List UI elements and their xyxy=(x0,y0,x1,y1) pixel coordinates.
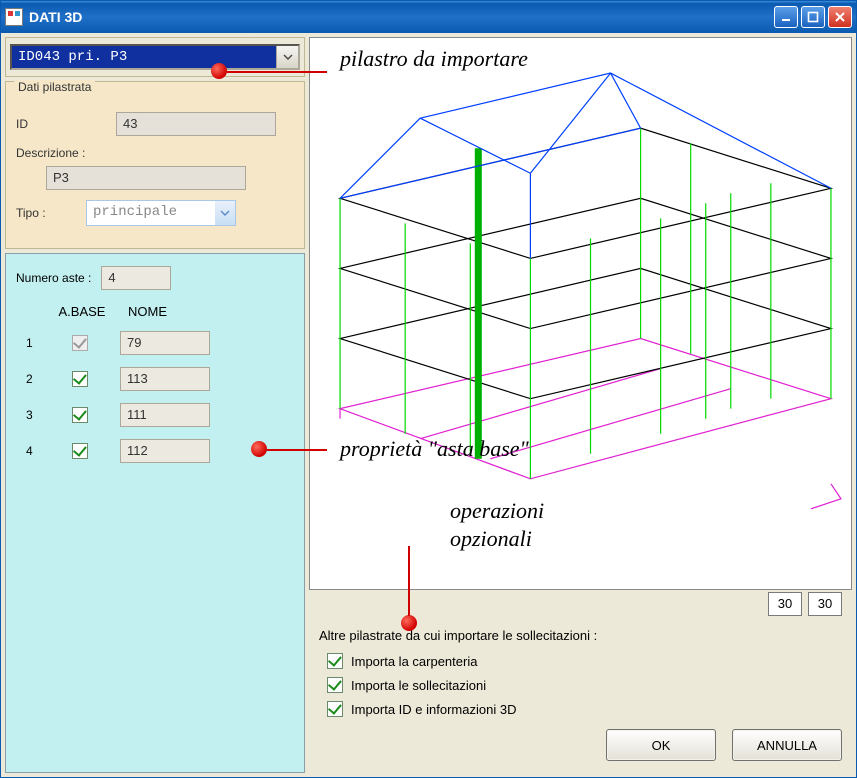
abase-checkbox-1[interactable] xyxy=(72,335,88,351)
dati-pilastrata-legend: Dati pilastrata xyxy=(14,80,95,94)
nome-field-1[interactable]: 79 xyxy=(120,331,210,355)
check-id3d[interactable] xyxy=(327,701,343,717)
minimize-button[interactable] xyxy=(774,6,798,28)
chevron-down-icon[interactable] xyxy=(215,201,235,225)
aste-row-num: 2 xyxy=(26,372,40,386)
dati-pilastrata-group: Dati pilastrata ID 43 Descrizione : P3 T… xyxy=(5,81,305,249)
aste-row-num: 4 xyxy=(26,444,40,458)
abase-checkbox-4[interactable] xyxy=(72,443,88,459)
pilastro-combo[interactable]: ID043 pri. P3 xyxy=(10,44,300,70)
numero-aste-label: Numero aste : xyxy=(16,271,91,285)
cancel-button[interactable]: ANNULLA xyxy=(732,729,842,761)
coord-b[interactable]: 30 xyxy=(808,592,842,616)
callout-dot-ops xyxy=(401,615,417,631)
check-sollecitazioni[interactable] xyxy=(327,677,343,693)
tipo-select[interactable]: principale xyxy=(86,200,236,226)
tipo-select-text: principale xyxy=(87,201,215,225)
check-sollecitazioni-label: Importa le sollecitazioni xyxy=(351,678,486,693)
col-nome: NOME xyxy=(122,304,212,319)
check-carpenteria[interactable] xyxy=(327,653,343,669)
aste-group: Numero aste : 4 A.BASE NOME 1 79 2 113 xyxy=(5,253,305,773)
nome-field-4[interactable]: 112 xyxy=(120,439,210,463)
nome-field-3[interactable]: 111 xyxy=(120,403,210,427)
callout-line xyxy=(267,449,327,451)
imports-label: Altre pilastrate da cui importare le sol… xyxy=(319,628,842,643)
callout-dot-combo xyxy=(211,63,227,79)
check-id3d-label: Importa ID e informazioni 3D xyxy=(351,702,516,717)
abase-checkbox-3[interactable] xyxy=(72,407,88,423)
callout-line xyxy=(227,71,327,73)
bottom-panel: 30 30 Altre pilastrate da cui importare … xyxy=(309,594,852,773)
callout-dot-asta xyxy=(251,441,267,457)
coord-a[interactable]: 30 xyxy=(768,592,802,616)
chevron-down-icon[interactable] xyxy=(276,46,298,68)
titlebar: DATI 3D xyxy=(1,1,856,33)
app-icon xyxy=(5,8,23,26)
ok-button[interactable]: OK xyxy=(606,729,716,761)
close-button[interactable] xyxy=(828,6,852,28)
tipo-label: Tipo : xyxy=(16,206,76,220)
maximize-button[interactable] xyxy=(801,6,825,28)
nome-field-2[interactable]: 113 xyxy=(120,367,210,391)
numero-aste-field[interactable]: 4 xyxy=(101,266,171,290)
callout-line xyxy=(408,546,410,616)
check-carpenteria-label: Importa la carpenteria xyxy=(351,654,477,669)
descrizione-label: Descrizione : xyxy=(16,146,85,160)
id-label: ID xyxy=(16,117,106,131)
pilastro-combo-text: ID043 pri. P3 xyxy=(12,46,276,68)
id-field[interactable]: 43 xyxy=(116,112,276,136)
aste-row: 3 111 xyxy=(16,403,294,427)
abase-checkbox-2[interactable] xyxy=(72,371,88,387)
descrizione-field[interactable]: P3 xyxy=(46,166,246,190)
col-abase: A.BASE xyxy=(52,304,112,319)
aste-row: 2 113 xyxy=(16,367,294,391)
aste-row-num: 3 xyxy=(26,408,40,422)
window: DATI 3D ID043 pri. P3 xyxy=(0,0,857,778)
window-title: DATI 3D xyxy=(29,9,774,25)
aste-row-num: 1 xyxy=(26,336,40,350)
wireframe-icon xyxy=(310,38,851,539)
aste-row: 1 79 xyxy=(16,331,294,355)
3d-viewport[interactable]: pilastro da importare proprietà "asta ba… xyxy=(309,37,852,590)
